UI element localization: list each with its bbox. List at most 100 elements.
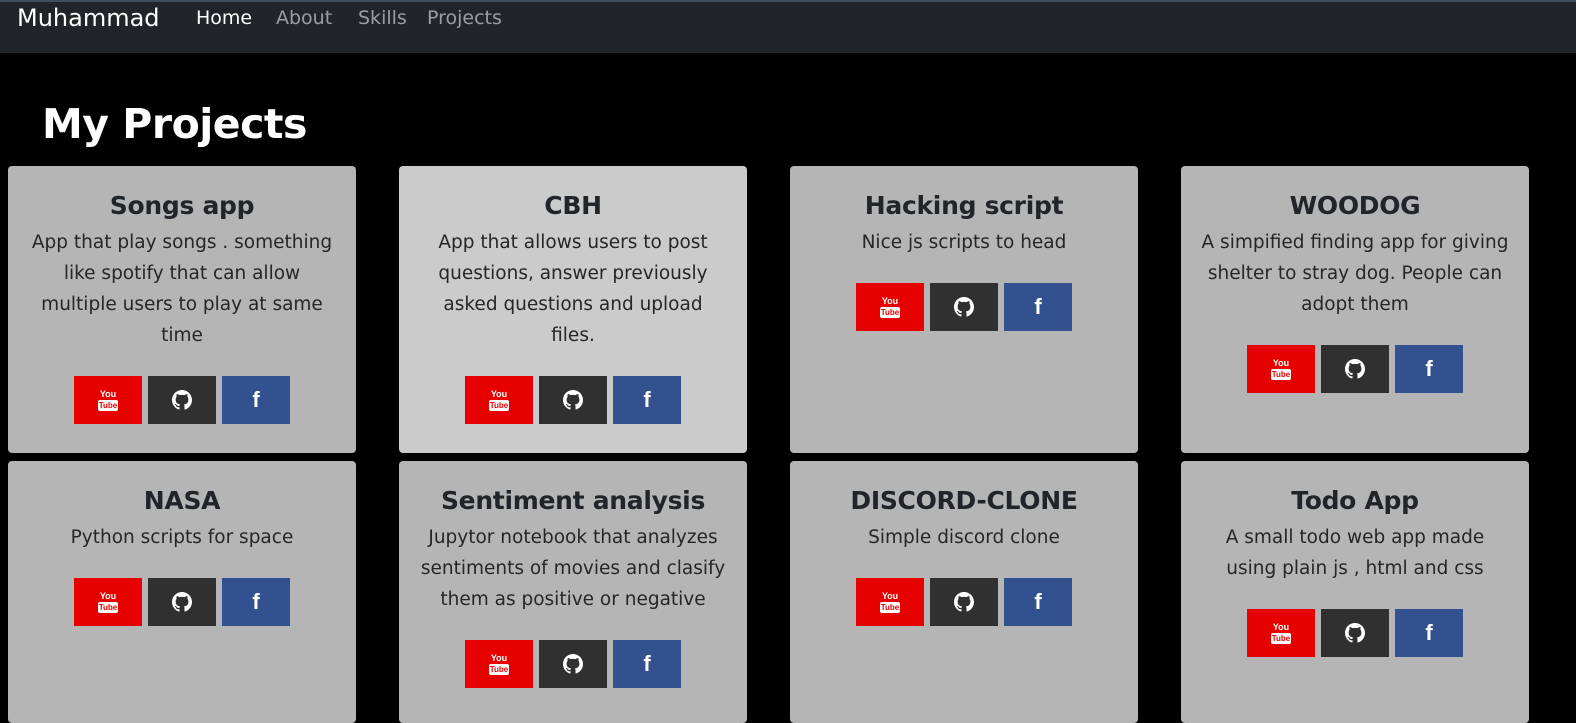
youtube-button[interactable]: You Tube <box>74 376 142 424</box>
facebook-icon: f <box>1425 356 1433 381</box>
project-description: Jupytor notebook that analyzes sentiment… <box>420 527 726 610</box>
project-card: CBH App that allows users to post questio… <box>399 166 747 453</box>
youtube-icon: You Tube <box>488 652 510 675</box>
github-button[interactable] <box>930 283 998 331</box>
youtube-icon-tube: Tube <box>1270 368 1292 380</box>
facebook-icon: f <box>643 651 651 676</box>
project-description: Python scripts for space <box>70 527 294 548</box>
navbar: Muhammad Home About Skills Projects <box>0 0 1576 53</box>
youtube-icon-tube: Tube <box>1270 632 1292 644</box>
project-title: CBH <box>544 191 602 220</box>
youtube-icon-you: You <box>99 388 117 399</box>
project-card: Songs app App that play songs . something… <box>8 166 356 453</box>
facebook-button[interactable]: f <box>222 578 290 626</box>
project-description: Nice js scripts to head <box>861 232 1067 253</box>
facebook-button[interactable]: f <box>1395 345 1463 393</box>
youtube-icon-you: You <box>490 388 508 399</box>
github-button[interactable] <box>1321 609 1389 657</box>
project-title: Sentiment analysis <box>440 486 706 515</box>
project-links: You Tube f <box>790 283 1138 331</box>
project-title: WOODOG <box>1289 191 1421 220</box>
project-links: You Tube f <box>399 640 747 688</box>
facebook-button[interactable]: f <box>1004 578 1072 626</box>
youtube-button[interactable]: You Tube <box>74 578 142 626</box>
project-description: App that play songs . something like spo… <box>31 232 333 346</box>
github-button[interactable] <box>930 578 998 626</box>
github-button[interactable] <box>148 578 216 626</box>
nav-link-projects[interactable]: Projects <box>427 4 502 32</box>
github-button[interactable] <box>148 376 216 424</box>
facebook-icon: f <box>1425 620 1433 645</box>
project-links: You Tube f <box>399 376 747 424</box>
youtube-icon-you: You <box>1272 357 1290 368</box>
github-icon <box>954 297 974 317</box>
facebook-button[interactable]: f <box>613 376 681 424</box>
nav-link-skills[interactable]: Skills <box>358 4 407 32</box>
youtube-button[interactable]: You Tube <box>1247 609 1315 657</box>
project-card: Hacking script Nice js scripts to head You… <box>790 166 1138 453</box>
youtube-icon-tube: Tube <box>879 601 901 613</box>
github-icon <box>563 390 583 410</box>
project-description: A simpified finding app for giving shelt… <box>1201 232 1509 315</box>
page-title: My Projects <box>42 100 307 148</box>
youtube-icon: You Tube <box>97 590 119 613</box>
youtube-icon-tube: Tube <box>97 399 119 411</box>
project-title: NASA <box>143 486 221 515</box>
youtube-icon: You Tube <box>879 295 901 318</box>
youtube-icon-tube: Tube <box>97 601 119 613</box>
project-title: Songs app <box>109 191 255 220</box>
project-card: NASA Python scripts for space You Tube f <box>8 461 356 723</box>
youtube-icon: You Tube <box>97 388 119 411</box>
facebook-icon: f <box>252 387 260 412</box>
github-button[interactable] <box>539 640 607 688</box>
youtube-icon: You Tube <box>879 590 901 613</box>
youtube-icon-tube: Tube <box>488 399 510 411</box>
github-button[interactable] <box>539 376 607 424</box>
project-title: Hacking script <box>864 191 1064 220</box>
youtube-icon: You Tube <box>1270 621 1292 644</box>
project-links: You Tube f <box>8 376 356 424</box>
youtube-button[interactable]: You Tube <box>465 376 533 424</box>
youtube-icon-you: You <box>490 652 508 663</box>
project-links: You Tube f <box>8 578 356 626</box>
youtube-button[interactable]: You Tube <box>856 578 924 626</box>
project-links: You Tube f <box>790 578 1138 626</box>
project-description: A small todo web app made using plain js… <box>1225 527 1485 579</box>
youtube-button[interactable]: You Tube <box>1247 345 1315 393</box>
youtube-icon: You Tube <box>488 388 510 411</box>
project-description: Simple discord clone <box>868 527 1060 548</box>
youtube-icon-you: You <box>99 590 117 601</box>
youtube-button[interactable]: You Tube <box>856 283 924 331</box>
navbar-brand[interactable]: Muhammad <box>17 3 160 33</box>
facebook-button[interactable]: f <box>222 376 290 424</box>
github-icon <box>172 390 192 410</box>
nav-link-home[interactable]: Home <box>196 4 252 32</box>
facebook-icon: f <box>252 589 260 614</box>
project-title: Todo App <box>1291 486 1419 515</box>
youtube-icon-you: You <box>881 295 899 306</box>
facebook-icon: f <box>643 387 651 412</box>
github-icon <box>1345 359 1365 379</box>
github-icon <box>954 592 974 612</box>
nav-link-about[interactable]: About <box>276 4 332 32</box>
youtube-icon-tube: Tube <box>879 306 901 318</box>
facebook-button[interactable]: f <box>613 640 681 688</box>
facebook-icon: f <box>1034 294 1042 319</box>
facebook-button[interactable]: f <box>1004 283 1072 331</box>
github-icon <box>563 654 583 674</box>
facebook-button[interactable]: f <box>1395 609 1463 657</box>
github-icon <box>1345 623 1365 643</box>
youtube-icon: You Tube <box>1270 357 1292 380</box>
project-card: Sentiment analysis Jupytor notebook that … <box>399 461 747 723</box>
project-links: You Tube f <box>1181 345 1529 393</box>
project-title: DISCORD-CLONE <box>850 486 1078 515</box>
facebook-icon: f <box>1034 589 1042 614</box>
github-icon <box>172 592 192 612</box>
project-card: Todo App A small todo web app made using … <box>1181 461 1529 723</box>
project-card: WOODOG A simpified finding app for giving… <box>1181 166 1529 453</box>
youtube-button[interactable]: You Tube <box>465 640 533 688</box>
github-button[interactable] <box>1321 345 1389 393</box>
youtube-icon-you: You <box>881 590 899 601</box>
project-card: DISCORD-CLONE Simple discord clone You Tube… <box>790 461 1138 723</box>
youtube-icon-you: You <box>1272 621 1290 632</box>
